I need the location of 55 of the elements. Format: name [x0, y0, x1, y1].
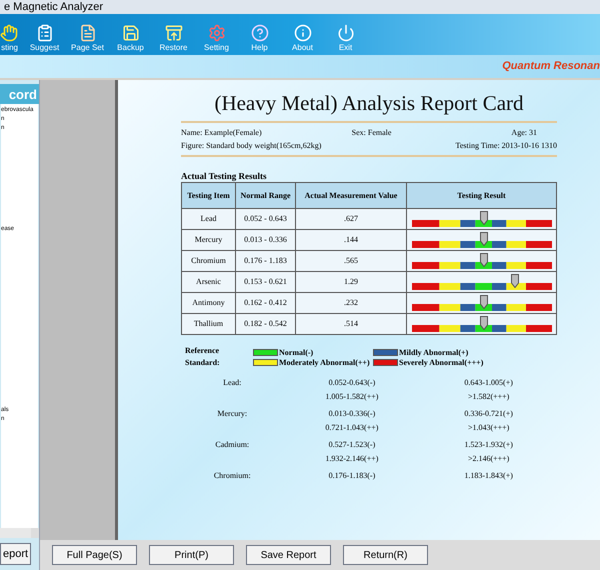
standard-range: >1.582(+++)	[466, 391, 510, 402]
standard-range: 1.932-2.146(++)	[324, 453, 380, 464]
toolbar-button[interactable]: Backup	[114, 24, 147, 55]
page-icon	[78, 24, 96, 42]
table-cell: Thallium	[182, 314, 236, 334]
standard-range: 1.005-1.582(++)	[324, 391, 380, 402]
standard-range: 0.052-0.643(-)	[328, 377, 376, 388]
toolbar-button[interactable]: Page Set	[71, 24, 104, 55]
patient-age: Age: 31	[511, 127, 537, 139]
sidebar-header: cord	[0, 84, 39, 104]
standard-range: 1.523-1.932(+)	[463, 439, 514, 450]
action-button[interactable]: Save Report	[246, 545, 331, 565]
report-button[interactable]: eport	[0, 543, 32, 565]
standard-range: 0.336-0.721(+)	[463, 408, 514, 419]
metal-name: Mercury:	[216, 408, 248, 420]
metal-name: Lead:	[222, 377, 242, 389]
table-cell: 0.182 - 0.542	[236, 314, 296, 334]
window-title: e Magnetic Analyzer	[4, 2, 104, 12]
standard-range: 1.183-1.843(+)	[463, 470, 514, 482]
clipboard-icon	[36, 24, 54, 42]
metal-name: Cadmium:	[214, 439, 250, 451]
standard-range: 0.013-0.336(-)	[328, 408, 376, 419]
reference-label: Reference Standard:	[185, 345, 221, 369]
standard-range: 0.643-1.005(+)	[463, 377, 514, 388]
testing-time: Testing Time: 2013-10-16 1310	[456, 140, 557, 152]
report-title: (Heavy Metal) Analysis Report Card	[213, 90, 525, 117]
column-header: Testing Item	[182, 182, 236, 208]
table-cell: .514	[296, 314, 406, 334]
legend-label: Severely Abnormal(+++)	[399, 358, 484, 366]
standard-range: >1.043(+++)	[466, 422, 510, 433]
info-icon	[294, 24, 312, 42]
patient-figure: Figure: Standard body weight(165cm,62kg)	[181, 140, 322, 152]
standard-range: 0.176-1.183(-)	[328, 470, 376, 482]
column-header: Testing Result	[406, 182, 556, 208]
metal-name: Chromium:	[212, 470, 252, 482]
brand-text: Quantum Resonan	[502, 59, 600, 74]
legend-label: Normal(-)	[279, 348, 314, 356]
patient-name: Name: Example(Female)	[181, 127, 262, 139]
standard-range: 0.527-1.523(-)	[328, 439, 376, 450]
standard-range: 0.721-1.043(++)	[324, 422, 380, 433]
action-button[interactable]: Print(P)	[149, 545, 234, 565]
column-header: Actual Measurement Value	[296, 182, 406, 208]
legend-label: Mildly Abnormal(+)	[399, 348, 468, 356]
section-title: Actual Testing Results	[181, 170, 268, 182]
patient-sex: Sex: Female	[352, 127, 392, 139]
hand-icon	[0, 24, 18, 42]
toolbar-button[interactable]: sting	[0, 24, 18, 55]
legend-label: Moderately Abnormal(++)	[279, 358, 370, 366]
help-icon	[250, 24, 268, 42]
power-icon	[336, 24, 354, 42]
gears-icon	[208, 24, 226, 42]
action-button[interactable]: Full Page(S)	[52, 545, 137, 565]
action-button[interactable]: Return(R)	[343, 545, 428, 565]
standard-range: >2.146(+++)	[466, 453, 510, 464]
toolbar-button[interactable]: Suggest	[28, 24, 61, 55]
